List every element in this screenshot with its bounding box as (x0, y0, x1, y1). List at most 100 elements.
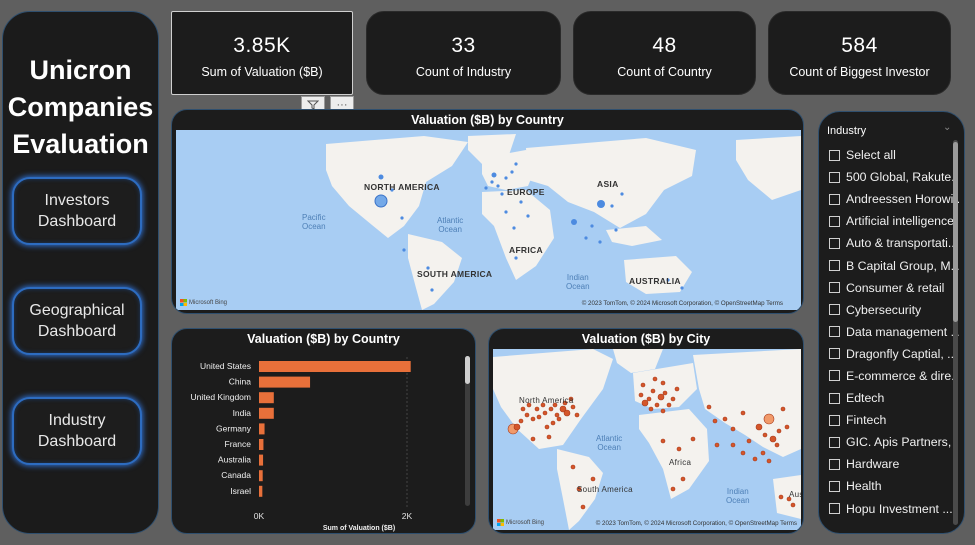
city-bubble[interactable] (518, 418, 524, 424)
city-bubble[interactable] (513, 423, 521, 431)
city-bubble[interactable] (690, 436, 696, 442)
city-bubble[interactable] (766, 458, 772, 464)
kpi-card-investor-count[interactable]: 584 Count of Biggest Investor (768, 11, 951, 95)
checkbox[interactable] (829, 260, 840, 272)
city-bubble[interactable] (774, 442, 780, 448)
city-bubble[interactable] (670, 396, 676, 402)
city-bubble[interactable] (640, 382, 646, 388)
slicer-item[interactable]: Data management ... (829, 321, 959, 343)
city-bubble[interactable] (542, 410, 548, 416)
slicer-item[interactable]: Hardware (829, 453, 959, 475)
city-bubble[interactable] (722, 416, 728, 422)
checkbox[interactable] (829, 215, 840, 227)
city-bubble[interactable] (730, 442, 736, 448)
checkbox[interactable] (829, 282, 840, 294)
checkbox[interactable] (829, 414, 840, 426)
slicer-item[interactable]: Auto & transportati... (829, 232, 959, 254)
slicer-item[interactable]: GIC. Apis Partners, I... (829, 431, 959, 453)
bar[interactable] (259, 376, 311, 388)
bar-chart-valuation-by-country[interactable]: Valuation ($B) by Country United States C… (171, 328, 476, 534)
city-bubble[interactable] (530, 416, 536, 422)
city-bubble[interactable] (520, 406, 526, 412)
city-bubble[interactable] (776, 428, 782, 434)
city-bubble[interactable] (674, 386, 680, 392)
city-bubble[interactable] (570, 464, 576, 470)
slicer-item[interactable]: Consumer & retail (829, 277, 959, 299)
map-valuation-by-country[interactable]: Valuation ($B) by Country NORTH AMERICA … (171, 109, 804, 314)
checkbox[interactable] (829, 171, 840, 183)
city-bubble[interactable] (762, 432, 768, 438)
kpi-card-valuation[interactable]: 3.85K Sum of Valuation ($B) (171, 11, 353, 95)
checkbox[interactable] (829, 304, 840, 316)
slicer-item[interactable]: Health (829, 475, 959, 497)
city-bubble[interactable] (550, 420, 556, 426)
slicer-item[interactable]: B Capital Group, M... (829, 254, 959, 276)
bar[interactable] (259, 470, 263, 482)
city-bubble[interactable] (712, 418, 718, 424)
checkbox[interactable] (829, 237, 840, 249)
city-bubble[interactable] (652, 376, 658, 382)
slicer-item[interactable]: Cybersecurity (829, 299, 959, 321)
city-bubble[interactable] (638, 392, 644, 398)
city-bubble[interactable] (660, 438, 666, 444)
city-bubble[interactable] (530, 436, 536, 442)
checkbox[interactable] (829, 458, 840, 470)
city-bubble[interactable] (570, 404, 576, 410)
city-bubble[interactable] (752, 456, 758, 462)
city-bubble[interactable] (740, 410, 746, 416)
city-bubble[interactable] (648, 406, 654, 412)
city-bubble[interactable] (563, 409, 571, 417)
city-bubble[interactable] (784, 424, 790, 430)
city-map[interactable]: North America Africa South America Aust … (493, 349, 801, 530)
city-bubble[interactable] (556, 416, 562, 422)
slicer-item[interactable]: Andreessen Horowi... (829, 188, 959, 210)
city-bubble[interactable] (676, 446, 682, 452)
slicer-item[interactable]: E-commerce & dire... (829, 365, 959, 387)
city-bubble[interactable] (769, 435, 777, 443)
city-bubble[interactable] (746, 438, 752, 444)
city-bubble[interactable] (657, 393, 665, 401)
city-bubble[interactable] (546, 434, 552, 440)
city-bubble[interactable] (650, 388, 656, 394)
bar[interactable] (259, 361, 411, 372)
checkbox[interactable] (829, 348, 840, 360)
checkbox[interactable] (829, 326, 840, 338)
slicer-item[interactable]: Dragonfly Captial, ... (829, 343, 959, 365)
bar[interactable] (259, 454, 264, 466)
bar[interactable] (259, 392, 274, 404)
bar[interactable] (259, 407, 274, 419)
world-map[interactable]: NORTH AMERICA EUROPE ASIA AFRICA SOUTH A… (176, 130, 801, 310)
industry-slicer[interactable]: Industry ⌄ Select all 500 Global, Rakute.… (818, 111, 965, 534)
city-bubble[interactable] (524, 412, 530, 418)
city-bubble[interactable] (730, 426, 736, 432)
kpi-card-country-count[interactable]: 48 Count of Country (573, 11, 756, 95)
investors-dashboard-button[interactable]: Investors Dashboard (12, 177, 142, 245)
map-copyright[interactable]: © 2023 TomTom, © 2024 Microsoft Corporat… (596, 520, 797, 527)
map-copyright[interactable]: © 2023 TomTom, © 2024 Microsoft Corporat… (582, 300, 783, 307)
city-bubble[interactable] (755, 423, 763, 431)
checkbox[interactable] (829, 193, 840, 205)
city-bubble[interactable] (580, 504, 586, 510)
city-bubble[interactable] (740, 450, 746, 456)
checkbox[interactable] (829, 503, 840, 515)
bar[interactable] (259, 439, 264, 450)
checkbox[interactable] (829, 436, 840, 448)
city-bubble[interactable] (706, 404, 712, 410)
city-bubble[interactable] (548, 406, 554, 412)
city-bubble[interactable] (654, 402, 660, 408)
city-bubble[interactable] (790, 502, 796, 508)
checkbox[interactable] (829, 149, 840, 161)
kpi-card-industry-count[interactable]: 33 Count of Industry (366, 11, 561, 95)
city-bubble[interactable] (641, 399, 649, 407)
city-bubble[interactable] (680, 476, 686, 482)
checkbox[interactable] (829, 392, 840, 404)
city-bubble[interactable] (714, 442, 720, 448)
city-bubble[interactable] (544, 424, 550, 430)
chart-scrollbar-thumb[interactable] (465, 356, 470, 384)
slicer-item[interactable]: Fintech (829, 409, 959, 431)
city-bubble[interactable] (534, 406, 540, 412)
city-bubble[interactable] (660, 380, 666, 386)
slicer-item[interactable]: Select all (829, 144, 959, 166)
slicer-item[interactable]: Edtech (829, 387, 959, 409)
slicer-item[interactable]: Hopu Investment ... (829, 498, 959, 520)
